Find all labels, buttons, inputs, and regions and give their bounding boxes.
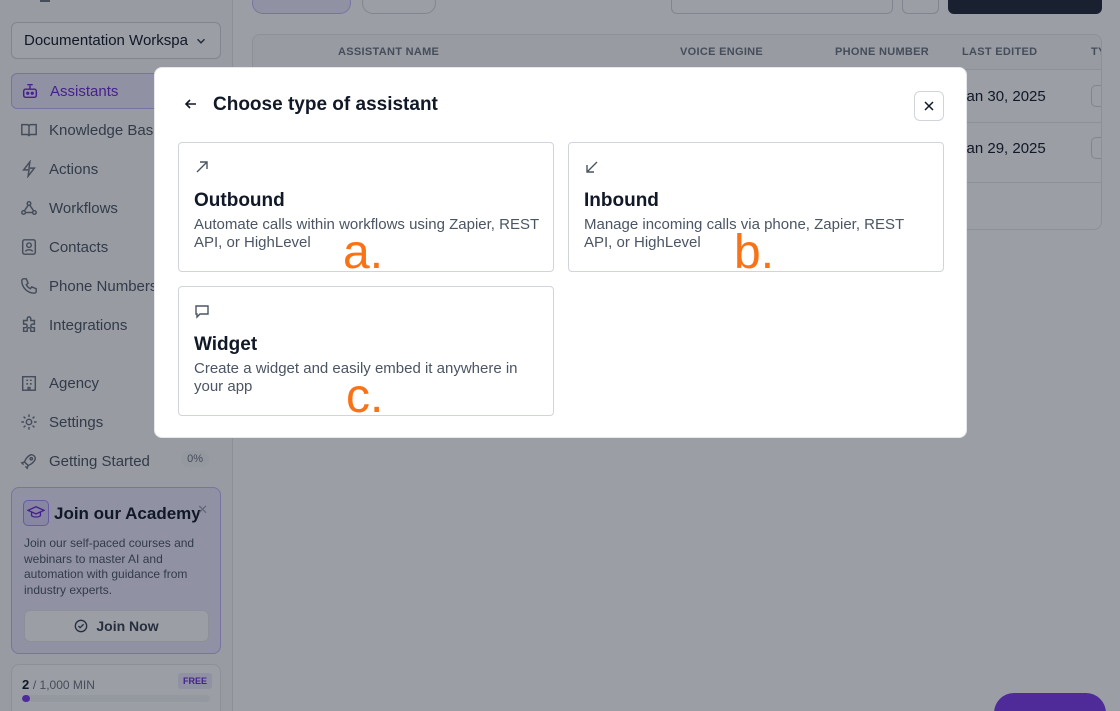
annotation-marker-a: a. (343, 226, 384, 279)
card-title: Outbound (194, 190, 285, 211)
arrow-up-right-icon (196, 161, 208, 173)
card-title: Widget (194, 334, 258, 355)
close-button[interactable] (914, 91, 944, 121)
modal-title: Choose type of assistant (213, 94, 438, 115)
arrow-left-icon[interactable] (183, 96, 199, 112)
assistant-type-modal: Choose type of assistant Outbound Automa… (154, 67, 967, 438)
card-title: Inbound (584, 190, 659, 211)
close-icon (924, 101, 934, 111)
annotation-marker-c: c. (346, 370, 384, 423)
annotation-marker-b: b. (734, 226, 775, 279)
chat-bubble-icon (195, 305, 209, 319)
arrow-down-left-icon (586, 161, 598, 173)
